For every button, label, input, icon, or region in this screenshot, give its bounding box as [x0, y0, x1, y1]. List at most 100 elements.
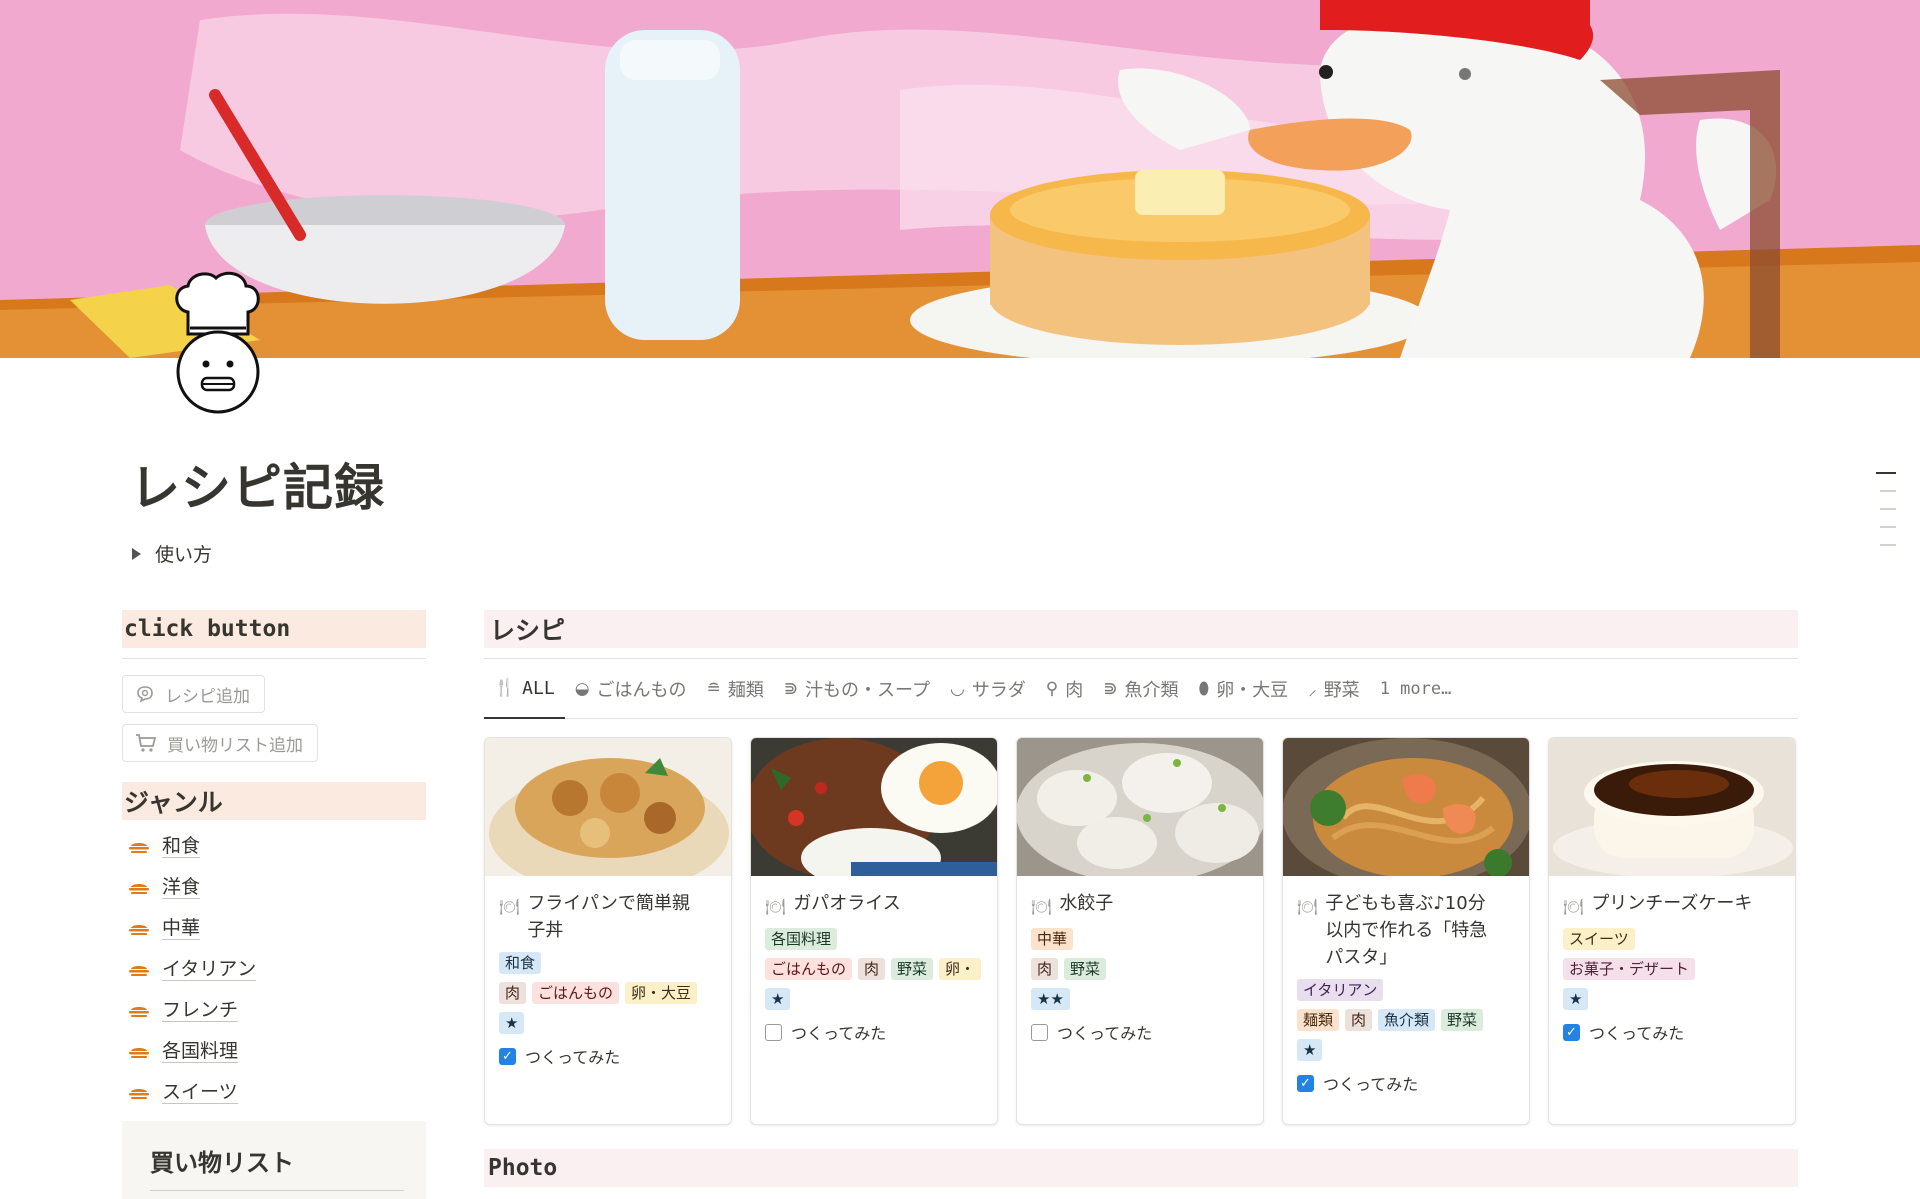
tab-view[interactable]: 🍴 ALL: [484, 659, 565, 719]
genre-item[interactable]: 中華: [122, 908, 426, 949]
checkbox[interactable]: ✓: [1297, 1074, 1314, 1092]
add-recipe-button[interactable]: レシピ追加: [122, 675, 265, 713]
recipe-title[interactable]: 🍽 子どもも喜ぶ♪10分 以内で作れる「特急 パスタ」: [1297, 890, 1515, 971]
rating-tag: ★: [1563, 988, 1589, 1010]
dish-icon: [129, 883, 149, 894]
recipe-card[interactable]: 🍽 水餃子 中華肉野菜 ★★ つくってみた: [1016, 737, 1264, 1125]
recipe-photo[interactable]: [1549, 738, 1795, 876]
genre-item[interactable]: 洋食: [122, 867, 426, 908]
toc-line[interactable]: [1880, 490, 1896, 492]
made-checkbox-row[interactable]: ✓ つくってみた: [1563, 1020, 1781, 1044]
genre-label: スイーツ: [162, 1081, 238, 1104]
genre-tag: 中華: [1031, 928, 1074, 950]
tab-more[interactable]: 1 more…: [1370, 659, 1462, 719]
genre-label: 和食: [162, 835, 201, 858]
made-checkbox-row[interactable]: ✓ つくってみた: [1297, 1071, 1515, 1095]
tab-view[interactable]: ◒ ごはんもの: [565, 659, 697, 719]
genre-item[interactable]: イタリアン: [122, 949, 426, 990]
tab-view[interactable]: ⚲ 肉: [1036, 659, 1093, 719]
recipe-card[interactable]: 🍽 プリンチーズケーキスイーツお菓子・デザート ★ ✓ つくってみた: [1548, 737, 1796, 1125]
recipe-title[interactable]: 🍽 水餃子: [1031, 890, 1249, 920]
page-cover-image: [0, 0, 1920, 358]
checkbox[interactable]: [765, 1023, 782, 1041]
checkbox[interactable]: ✓: [1563, 1023, 1580, 1041]
category-tag: 肉: [1031, 958, 1059, 980]
toc-line[interactable]: [1880, 544, 1896, 546]
page-title: レシピ記録: [130, 459, 385, 517]
genre-tag: 各国料理: [765, 928, 838, 950]
tab-label: サラダ: [971, 679, 1026, 701]
dish-icon: [129, 924, 149, 935]
made-label: つくってみた: [525, 1048, 621, 1067]
recipe-title[interactable]: 🍽 フライパンで簡単親 子丼: [499, 890, 717, 944]
triangle-right-icon[interactable]: [132, 547, 141, 560]
category-tag: 卵・大豆: [625, 982, 698, 1004]
genre-label: イタリアン: [162, 958, 257, 981]
table-of-contents[interactable]: [1876, 472, 1896, 562]
add-shopping-list-button[interactable]: 買い物リスト追加: [122, 724, 318, 762]
recipe-title[interactable]: 🍽 ガパオライス: [765, 890, 983, 920]
category-tag: 肉: [499, 982, 527, 1004]
divider: [150, 1190, 404, 1191]
toc-line[interactable]: [1880, 526, 1896, 528]
made-checkbox-row[interactable]: つくってみた: [765, 1020, 983, 1044]
tab-label: 肉: [1065, 679, 1084, 701]
genre-tags: 中華: [1031, 928, 1249, 950]
tab-label: 汁もの・スープ: [805, 679, 930, 701]
fish-icon: ⋑: [1103, 678, 1118, 699]
category-tag: お菓子・デザート: [1563, 958, 1696, 980]
checkbox[interactable]: ✓: [499, 1047, 516, 1065]
made-checkbox-row[interactable]: つくってみた: [1031, 1020, 1249, 1044]
recipe-card[interactable]: 🍽 フライパンで簡単親 子丼 和食肉ごはんもの 卵・大豆 ★ ✓ つくってみた: [484, 737, 732, 1125]
dish-icon: [129, 965, 149, 976]
shopping-list-heading: 買い物リスト: [150, 1149, 294, 1177]
tab-view[interactable]: ⋑ 汁もの・スープ: [774, 659, 940, 719]
genre-item[interactable]: 和食: [122, 826, 426, 867]
toc-line[interactable]: [1880, 508, 1896, 510]
tab-view[interactable]: ⋑ 魚介類: [1093, 659, 1188, 719]
recipe-title-line: プリンチーズケーキ: [1591, 893, 1753, 914]
category-tags: お菓子・デザート: [1563, 958, 1781, 980]
genre-label: フレンチ: [162, 999, 239, 1022]
category-tag: ごはんもの: [765, 958, 853, 980]
tab-label: 野菜: [1323, 679, 1360, 701]
genre-item[interactable]: フレンチ: [122, 990, 426, 1031]
toc-line[interactable]: [1876, 472, 1896, 474]
card-body: 🍽 プリンチーズケーキスイーツお菓子・デザート ★ ✓ つくってみた: [1549, 876, 1795, 1044]
genre-list: 和食洋食 中華イタリアンフレンチ各国料理スイーツ: [122, 826, 426, 1113]
genre-tags: イタリアン: [1297, 979, 1515, 1001]
tab-label: 卵・大豆: [1216, 679, 1289, 701]
tab-label: ALL: [522, 677, 555, 699]
genre-tag: スイーツ: [1563, 928, 1635, 950]
tab-view[interactable]: ◡ サラダ: [940, 659, 1036, 719]
rating: ★: [765, 988, 983, 1010]
tab-label: 魚介類: [1124, 679, 1179, 701]
made-label: つくってみた: [1323, 1075, 1419, 1094]
rice-bowl-icon: ◒: [574, 678, 590, 699]
left-column: click button レシピ追加 買い物リスト追加 ジャンル 和食 洋食 中華イ…: [122, 610, 426, 1199]
category-tag: 魚介類: [1378, 1009, 1436, 1031]
add-shopping-list-label: 買い物リスト追加: [167, 735, 303, 756]
recipe-title[interactable]: 🍽 プリンチーズケーキ: [1563, 890, 1781, 920]
add-recipe-label: レシピ追加: [165, 686, 250, 707]
recipe-photo[interactable]: [1017, 738, 1263, 876]
recipe-card[interactable]: 🍽 ガパオライス 各国料理 ごはんもの肉野菜 卵・ ★ つくってみた: [750, 737, 998, 1125]
recipe-photo[interactable]: [751, 738, 997, 876]
checkbox[interactable]: [1031, 1023, 1048, 1041]
card-body: 🍽 フライパンで簡単親 子丼 和食肉ごはんもの 卵・大豆 ★ ✓ つくってみた: [485, 876, 731, 1068]
usage-toggle[interactable]: 使い方: [132, 540, 212, 567]
recipe-photo[interactable]: [485, 738, 731, 876]
tab-view[interactable]: ≘ 麺類: [697, 659, 774, 719]
tab-view[interactable]: ⸝ 野菜: [1298, 659, 1370, 719]
recipe-photo[interactable]: [1283, 738, 1529, 876]
genre-item[interactable]: 各国料理: [122, 1031, 426, 1072]
carrot-icon: ⸝: [1308, 680, 1317, 700]
made-checkbox-row[interactable]: ✓ つくってみた: [499, 1044, 717, 1068]
genre-tag: イタリアン: [1297, 979, 1384, 1001]
dish-icon: [129, 1088, 149, 1099]
card-body: 🍽 水餃子 中華肉野菜 ★★ つくってみた: [1017, 876, 1263, 1044]
tab-view[interactable]: ⬮ 卵・大豆: [1189, 659, 1299, 719]
recipe-card[interactable]: 🍽 子どもも喜ぶ♪10分 以内で作れる「特急 パスタ」 イタリアン 麺類肉魚介類 野菜 ★ ✓ つ…: [1282, 737, 1530, 1125]
genre-item[interactable]: スイーツ: [122, 1072, 426, 1113]
egg-icon: ⬮: [1198, 678, 1210, 699]
